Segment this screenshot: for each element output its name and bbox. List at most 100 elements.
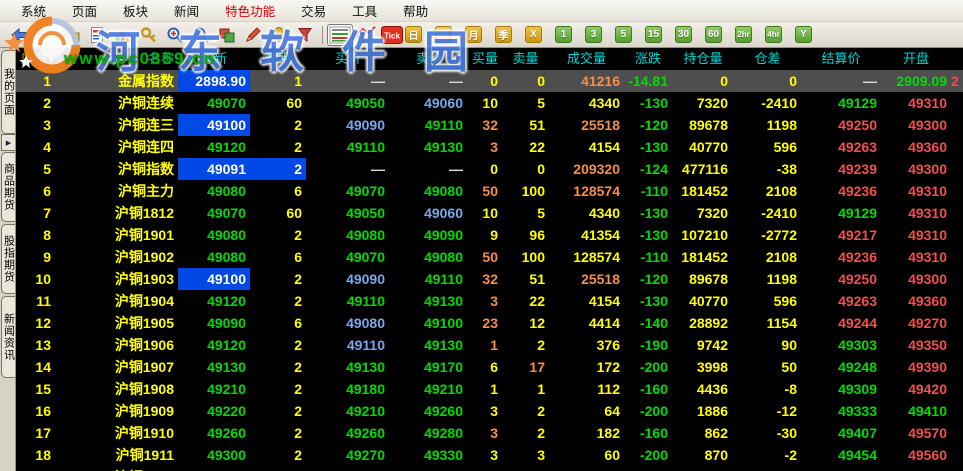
cell-bid: 49070 [306,246,390,268]
cell-settle: 49454 [801,444,881,466]
sidebar-tab-3[interactable]: 股指期货 [1,224,15,294]
cell-bid: 49270 [306,444,390,466]
period-button-3[interactable]: 3 [585,26,602,43]
quote-row-16[interactable]: 16沪铜190949220249210492603264-2001886-124… [16,400,963,422]
column-header-last[interactable]: 最新 [178,48,250,71]
column-header-ask[interactable]: 卖价 [390,48,468,71]
cell-ask_vol: 1 [502,378,549,400]
column-header-open_int[interactable]: 持仓量 [672,48,734,71]
quote-row-7[interactable]: 7沪铜1812490706049050490601054340-1307320-… [16,202,963,224]
pencil-icon[interactable] [240,24,266,46]
key-icon[interactable] [136,24,162,46]
column-header-next_partial[interactable] [951,48,963,71]
quote-row-14[interactable]: 14沪铜19074913024913049170617172-200399850… [16,356,963,378]
cell-settle: 49248 [801,356,881,378]
quote-row-5[interactable]: 5沪铜指数490912——00209320-124477116-38492394… [16,158,963,180]
period-button-Y[interactable]: Y [795,26,812,43]
sidebar-pager-arrow[interactable]: ▶ [1,134,15,151]
quote-row-17[interactable]: 17沪铜1910492602492604928032182-160862-304… [16,422,963,444]
period-button-2hr[interactable]: 2hr [735,26,752,43]
menu-item-5[interactable]: 特色功能 [212,0,288,22]
quote-row-10[interactable]: 10沪铜19034910024909049110325125518-120896… [16,268,963,290]
column-header-cur_vol[interactable]: 现手 [250,48,306,71]
column-header-settle[interactable]: 结算价 [801,48,881,71]
cell-volume: 41216 [549,70,624,92]
menu-item-3[interactable]: 板块 [110,0,161,22]
sidebar-tab-4[interactable]: 新闻资讯 [1,296,15,378]
trend-chart-icon[interactable] [353,24,379,46]
cell-change: -130 [624,290,672,312]
column-header-bid[interactable]: 买价 [306,48,390,71]
quote-row-6[interactable]: 6沪铜主力490806490704908050100128574-1101814… [16,180,963,202]
zoom-out-icon[interactable] [188,24,214,46]
quote-row-4[interactable]: 4沪铜连四49120249110491303224154-13040770596… [16,136,963,158]
quote-row-11[interactable]: 11沪铜190449120249110491303224154-13040770… [16,290,963,312]
cell-change: -130 [624,224,672,246]
menu-item-1[interactable]: 系统 [8,0,59,22]
cell-open_int: 4436 [672,378,734,400]
cell-seq: 15 [16,378,60,400]
menu-item-4[interactable]: 新闻 [161,0,212,22]
menu-item-2[interactable]: 页面 [59,0,110,22]
cell-next_partial [951,400,963,422]
quote-row-15[interactable]: 15沪铜1908492102491804921011112-1604436-84… [16,378,963,400]
cell-bid: 49080 [306,312,390,334]
blocks-icon[interactable] [214,24,240,46]
cell-volume: 60 [549,444,624,466]
quote-row-9[interactable]: 9沪铜1902490806490704908050100128574-11018… [16,246,963,268]
quote-row-8[interactable]: 8沪铜1901490802490804909099641354-13010721… [16,224,963,246]
quote-row-13[interactable]: 13沪铜1906491202491104913012376-1909742904… [16,334,963,356]
cell-next_partial [951,92,963,114]
period-button-60[interactable]: 60 [705,26,722,43]
period-button-月[interactable]: 月 [465,26,482,43]
period-button-日[interactable]: 日 [405,26,422,43]
quote-row-12[interactable]: 12沪铜1905490906490804910023124414-1402889… [16,312,963,334]
chart-icon[interactable] [110,24,136,46]
sidebar-tab-2[interactable]: 商品期货 [1,152,15,222]
cell-cur_vol: 60 [250,202,306,224]
bell-icon[interactable] [266,24,292,46]
column-header-name[interactable]: 名称 [60,48,178,71]
menu-item-7[interactable]: 工具 [339,0,390,22]
quote-row-2[interactable]: 2沪铜连续490706049050490601054340-1307320-24… [16,92,963,114]
period-button-周[interactable]: 周 [435,26,452,43]
period-button-1[interactable]: 1 [555,26,572,43]
column-header-bid_vol[interactable]: 买量 [468,48,502,71]
period-button-X[interactable]: X [525,26,542,43]
back-icon[interactable] [6,24,32,46]
quote-grid-icon[interactable] [327,24,353,46]
column-header-open[interactable]: 开盘 [881,48,951,71]
menu-item-8[interactable]: 帮助 [390,0,441,22]
quote-row-3[interactable]: 3沪铜连三4910024909049110325125518-120896781… [16,114,963,136]
period-button-季[interactable]: 季 [495,26,512,43]
home-icon[interactable] [32,24,58,46]
period-button-4hr[interactable]: 4hr [765,26,782,43]
cell-seq: 2 [16,92,60,114]
folder-icon[interactable] [58,24,84,46]
column-header-change[interactable]: 涨跌 [624,48,672,71]
funnel-icon[interactable] [292,24,318,46]
menu-item-6[interactable]: 交易 [288,0,339,22]
cell-open: 49350 [881,334,951,356]
column-header-oi_change[interactable]: 仓差 [734,48,801,71]
tick-chart-icon[interactable]: Tick [379,24,405,46]
cell-open: 49310 [881,202,951,224]
period-button-30[interactable]: 30 [675,26,692,43]
column-header-volume[interactable]: 成交量 [549,48,624,71]
column-header-ask_vol[interactable]: 卖量 [502,48,549,71]
quote-row-19[interactable]: 19沪铜1912 [16,466,963,471]
zoom-in-icon[interactable] [162,24,188,46]
quote-table-header: 序号▼名称最新现手买价卖价买量卖量成交量涨跌持仓量仓差结算价开盘 [16,48,963,70]
period-button-15[interactable]: 15 [645,26,662,43]
quote-row-18[interactable]: 18沪铜191149300249270493303360-200870-2494… [16,444,963,466]
sidebar-tab-1[interactable]: 我的页面 [1,50,15,134]
column-header-seq[interactable]: 序号▼ [16,48,60,71]
cell-change: -140 [624,312,672,334]
cell-last: 49210 [178,378,250,400]
report-icon[interactable] [84,24,110,46]
cell-settle: 49309 [801,378,881,400]
cell-oi_change: 1198 [734,114,801,136]
cell-open_int: 7320 [672,202,734,224]
period-button-5[interactable]: 5 [615,26,632,43]
quote-row-1[interactable]: 1金属指数2898.901——0041216-14.8100—2909.092 [16,70,963,92]
